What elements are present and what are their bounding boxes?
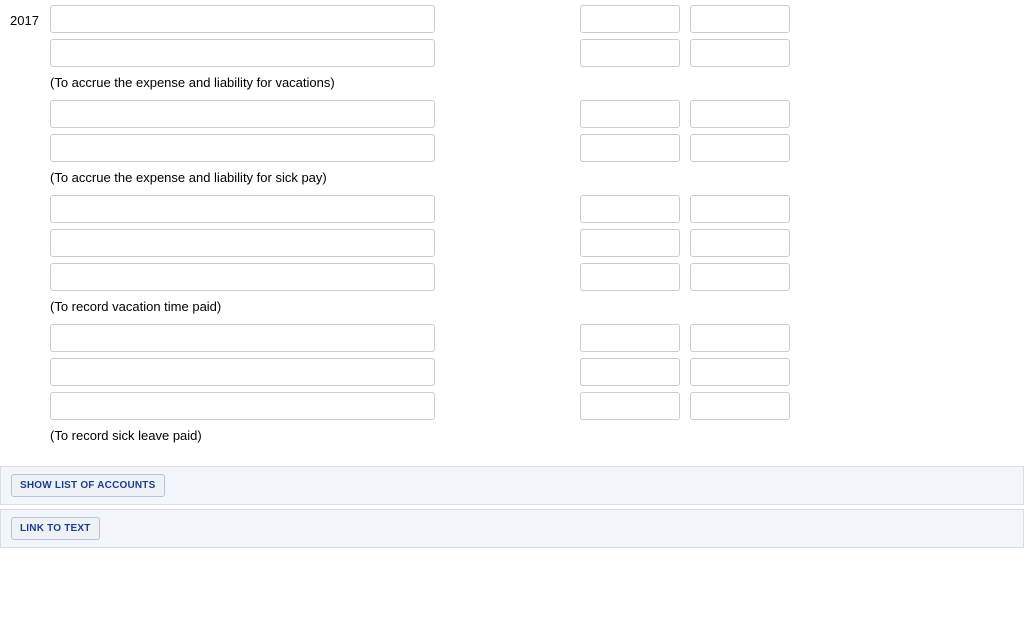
account-input[interactable] [50, 134, 435, 162]
entry-description: (To accrue the expense and liability for… [50, 73, 1014, 100]
button-section: SHOW LIST OF ACCOUNTS LINK TO TEXT [0, 466, 1024, 548]
account-input[interactable] [50, 100, 435, 128]
account-input[interactable] [50, 229, 435, 257]
debit-input[interactable] [580, 39, 680, 67]
credit-input[interactable] [690, 358, 790, 386]
year-label: 2017 [10, 5, 50, 28]
entry-description: (To record vacation time paid) [50, 297, 1014, 324]
entry-row [50, 392, 1014, 420]
credit-input[interactable] [690, 195, 790, 223]
credit-input[interactable] [690, 229, 790, 257]
entry-row [50, 263, 1014, 291]
link-to-text-button[interactable]: LINK TO TEXT [11, 517, 100, 540]
entry-description: (To record sick leave paid) [50, 426, 1014, 453]
entry-rows-container: (To accrue the expense and liability for… [50, 5, 1014, 453]
credit-input[interactable] [690, 100, 790, 128]
entry-row [50, 358, 1014, 386]
credit-input[interactable] [690, 5, 790, 33]
credit-input[interactable] [690, 392, 790, 420]
entry-row [50, 100, 1014, 128]
account-input[interactable] [50, 195, 435, 223]
journal-entry-area: 2017 (To accrue the expense and liabilit… [0, 0, 1024, 458]
debit-input[interactable] [580, 100, 680, 128]
account-input[interactable] [50, 392, 435, 420]
debit-input[interactable] [580, 5, 680, 33]
account-input[interactable] [50, 263, 435, 291]
account-input[interactable] [50, 5, 435, 33]
credit-input[interactable] [690, 324, 790, 352]
entry-row [50, 134, 1014, 162]
account-input[interactable] [50, 324, 435, 352]
button-bar-show-accounts: SHOW LIST OF ACCOUNTS [0, 466, 1024, 505]
debit-input[interactable] [580, 263, 680, 291]
credit-input[interactable] [690, 39, 790, 67]
entry-section: 2017 (To accrue the expense and liabilit… [10, 5, 1014, 453]
credit-input[interactable] [690, 134, 790, 162]
account-input[interactable] [50, 39, 435, 67]
credit-input[interactable] [690, 263, 790, 291]
debit-input[interactable] [580, 195, 680, 223]
debit-input[interactable] [580, 134, 680, 162]
entry-description: (To accrue the expense and liability for… [50, 168, 1014, 195]
debit-input[interactable] [580, 229, 680, 257]
show-list-of-accounts-button[interactable]: SHOW LIST OF ACCOUNTS [11, 474, 165, 497]
entry-row [50, 5, 1014, 33]
entry-row [50, 39, 1014, 67]
account-input[interactable] [50, 358, 435, 386]
debit-input[interactable] [580, 358, 680, 386]
entry-row [50, 229, 1014, 257]
entry-row [50, 195, 1014, 223]
entry-row [50, 324, 1014, 352]
debit-input[interactable] [580, 392, 680, 420]
button-bar-link-to-text: LINK TO TEXT [0, 509, 1024, 548]
debit-input[interactable] [580, 324, 680, 352]
